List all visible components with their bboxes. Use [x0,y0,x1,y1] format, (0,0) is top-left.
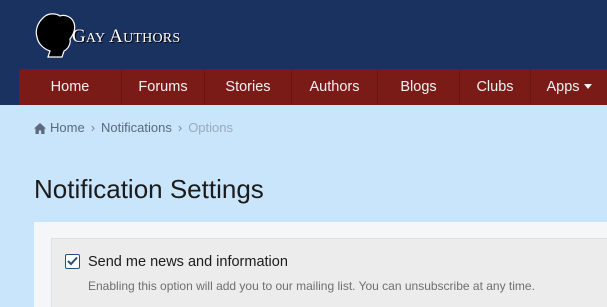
site-header: GAY AUTHORS Home Forums Stories Authors … [0,0,607,105]
chevron-right-icon: › [90,120,96,135]
nav-item-forums[interactable]: Forums [122,69,205,105]
breadcrumb: Home › Notifications › Options [34,120,233,135]
logo-letter: A [109,26,124,47]
news-checkbox[interactable] [65,254,80,269]
news-option-label[interactable]: Send me news and information [88,254,288,270]
nav-item-clubs[interactable]: Clubs [460,69,531,105]
nav-item-authors[interactable]: Authors [292,69,378,105]
nav-item-home[interactable]: Home [19,69,122,105]
breadcrumb-options: Options [188,120,233,135]
site-logo[interactable]: GAY AUTHORS [34,13,194,59]
breadcrumb-notifications[interactable]: Notifications [101,120,172,135]
checkmark-icon [67,256,78,266]
chevron-right-icon: › [177,120,183,135]
news-option-description: Enabling this option will add you to our… [88,279,535,293]
nav-item-stories[interactable]: Stories [205,69,292,105]
home-icon [34,123,46,134]
nav-item-blogs[interactable]: Blogs [378,69,460,105]
nav-item-apps-label: Apps [546,79,580,95]
logo-letters: UTHORS [123,31,181,46]
main-nav: Home Forums Stories Authors Blogs Clubs … [19,69,607,105]
breadcrumb-home[interactable]: Home [50,120,85,135]
nav-item-apps[interactable]: Apps [531,69,607,105]
logo-letters: AY [85,31,106,46]
page-title: Notification Settings [34,174,264,204]
logo-text: GAY AUTHORS [72,26,180,48]
chevron-down-icon [583,83,592,89]
news-option-row: Send me news and information Enabling th… [51,238,607,307]
logo-letter: G [72,26,86,47]
settings-panel: Send me news and information Enabling th… [34,222,607,307]
